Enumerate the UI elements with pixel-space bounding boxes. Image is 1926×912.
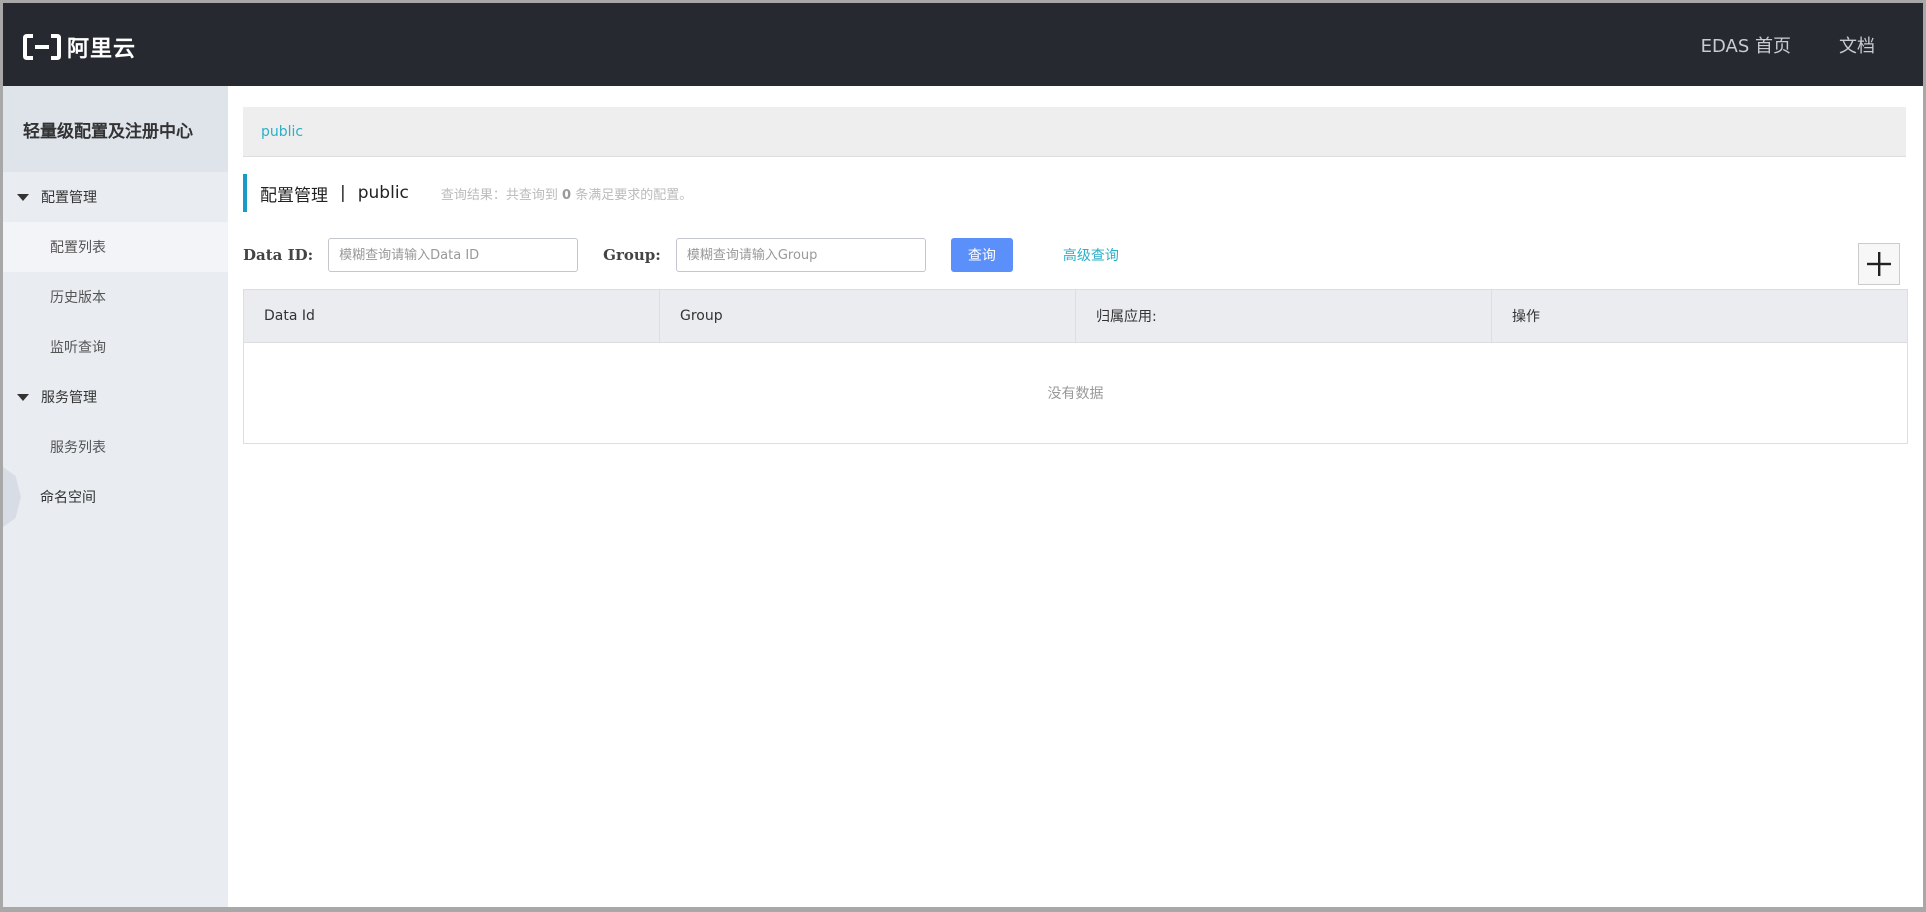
- table-empty-message: 没有数据: [1047, 386, 1104, 402]
- sidebar-group-service-management[interactable]: 服务管理: [3, 372, 228, 422]
- sidebar-item-service-list[interactable]: 服务列表: [3, 422, 228, 472]
- sidebar-item-namespace[interactable]: 命名空间: [3, 467, 228, 527]
- column-header-group: Group: [660, 290, 1076, 342]
- config-table: Data Id Group 归属应用: 操作 没有数据: [243, 289, 1908, 444]
- sidebar-group-label: 配置管理: [41, 190, 97, 206]
- sidebar-group-label: 服务管理: [41, 390, 97, 406]
- query-button[interactable]: 查询: [950, 238, 1013, 272]
- query-result-prefix: 查询结果：共查询到: [440, 187, 558, 203]
- search-bar: Data ID: Group: 查询 高级查询: [243, 237, 1119, 273]
- nav-docs-link[interactable]: 文档: [1839, 32, 1875, 58]
- title-separator: |: [340, 183, 346, 203]
- group-input[interactable]: [675, 238, 926, 272]
- top-nav: EDAS 首页 文档: [1701, 3, 1875, 86]
- data-id-label: Data ID:: [243, 246, 314, 264]
- sidebar-item-config-list[interactable]: 配置列表: [3, 222, 228, 272]
- data-id-input[interactable]: [328, 238, 579, 272]
- sidebar-item-history[interactable]: 历史版本: [3, 272, 228, 322]
- top-bar: 阿里云 EDAS 首页 文档: [3, 3, 1923, 86]
- add-config-button[interactable]: [1858, 243, 1900, 285]
- column-header-actions: 操作: [1512, 309, 1540, 325]
- nav-edas-home-link[interactable]: EDAS 首页: [1701, 32, 1791, 58]
- namespace-breadcrumb: public: [243, 107, 1906, 157]
- namespace-link-public[interactable]: public: [261, 124, 303, 140]
- page-namespace: public: [357, 183, 409, 203]
- logo-text: 阿里云: [67, 37, 137, 62]
- plus-icon: [1867, 252, 1891, 276]
- column-header-data-id: Data Id: [244, 290, 660, 342]
- query-result-suffix: 条满足要求的配置。: [575, 187, 693, 203]
- main-content: public 配置管理 | public 查询结果：共查询到 0 条满足要求的配…: [228, 86, 1923, 907]
- column-header-app: 归属应用:: [1076, 290, 1492, 342]
- advanced-query-link[interactable]: 高级查询: [1063, 245, 1119, 265]
- page-header: 配置管理 | public 查询结果：共查询到 0 条满足要求的配置。: [243, 174, 692, 212]
- caret-down-icon: [17, 393, 29, 401]
- query-result-count: 0: [562, 187, 572, 203]
- app-window: 阿里云 EDAS 首页 文档 轻量级配置及注册中心 配置管理 配置列表 历史版本…: [3, 3, 1923, 907]
- query-result-text: 查询结果：共查询到 0 条满足要求的配置。: [441, 184, 692, 203]
- group-label: Group:: [603, 246, 661, 264]
- table-header: Data Id Group 归属应用: 操作: [244, 290, 1907, 343]
- logo[interactable]: 阿里云: [23, 31, 136, 63]
- page-title: 配置管理: [260, 185, 328, 206]
- sidebar-group-config-management[interactable]: 配置管理: [3, 172, 228, 222]
- namespace-tab-handle[interactable]: [3, 467, 21, 527]
- sidebar-title: 轻量级配置及注册中心: [3, 86, 228, 172]
- caret-down-icon: [17, 193, 29, 201]
- sidebar: 轻量级配置及注册中心 配置管理 配置列表 历史版本 监听查询 服务管理 服务列表…: [3, 86, 228, 907]
- aliyun-logo-icon: [23, 34, 61, 60]
- sidebar-item-label: 命名空间: [40, 490, 96, 506]
- sidebar-item-listener-query[interactable]: 监听查询: [3, 322, 228, 372]
